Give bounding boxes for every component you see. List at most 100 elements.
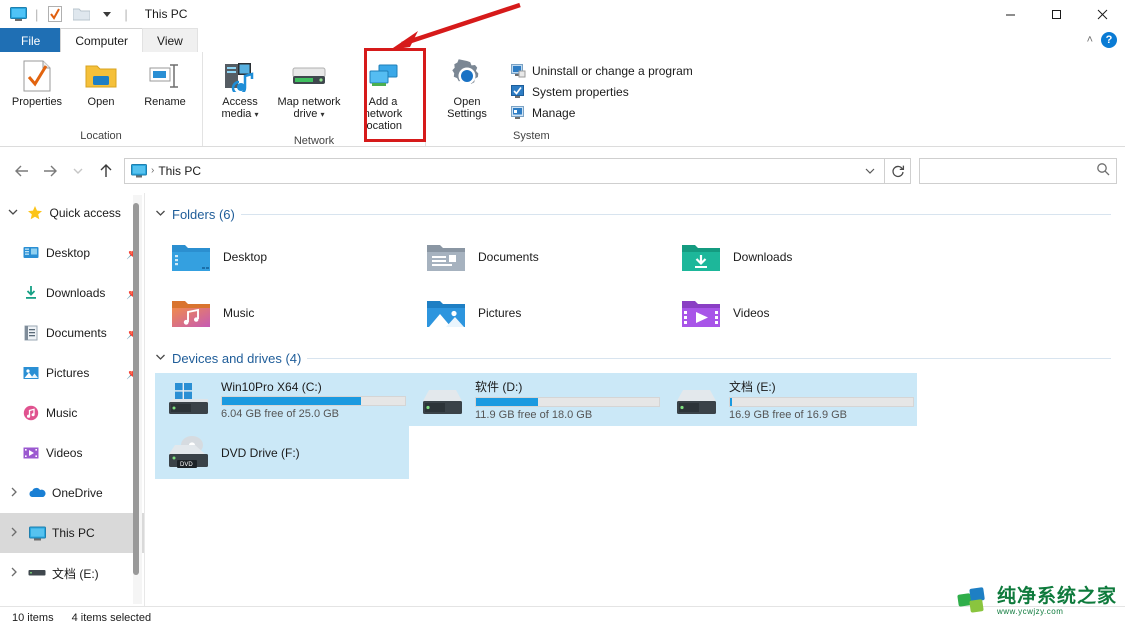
sidebar-item-music[interactable]: Music <box>0 393 144 433</box>
drive-tile-e[interactable]: 文档 (E:) 16.9 GB free of 16.9 GB <box>663 373 917 426</box>
drives-group-header[interactable]: Devices and drives (4) <box>155 347 1125 369</box>
drive-tile-f[interactable]: DVD DVD Drive (F:) <box>155 426 409 479</box>
folder-tile-documents[interactable]: Documents <box>410 229 665 285</box>
drive-usage-fill-c <box>222 396 362 405</box>
address-bar-row: › This PC <box>0 148 1125 193</box>
map-drive-icon <box>291 59 327 93</box>
expander-icon[interactable] <box>6 208 21 218</box>
sidebar-item-documents[interactable]: Documents 📌 <box>0 313 144 353</box>
add-network-location-button[interactable]: Add a network location <box>347 56 419 135</box>
drive-tile-d[interactable]: 软件 (D:) 11.9 GB free of 18.0 GB <box>409 373 663 426</box>
refresh-button[interactable] <box>885 157 911 184</box>
folder-tile-videos[interactable]: Videos <box>665 285 920 341</box>
open-button[interactable]: Open <box>70 56 132 111</box>
folder-label-music: Music <box>223 306 255 320</box>
access-media-label: Access media ▾ <box>211 96 269 121</box>
recent-locations-button[interactable] <box>64 156 92 186</box>
chevron-down-icon-folders[interactable] <box>155 209 166 220</box>
sidebar-item-drive-d[interactable]: 软件 (D:) <box>0 593 144 606</box>
sidebar-item-onedrive[interactable]: OneDrive <box>0 473 144 513</box>
address-dropdown-button[interactable] <box>858 159 882 183</box>
navigation-pane: Quick access Desktop 📌 <box>0 193 145 606</box>
up-button[interactable] <box>92 156 120 186</box>
sidebar-item-drive-e[interactable]: 文档 (E:) <box>0 553 144 593</box>
downloads-icon <box>22 284 40 302</box>
folder-tile-music[interactable]: Music <box>155 285 410 341</box>
help-icon[interactable]: ? <box>1101 32 1117 48</box>
sidebar-label-pictures: Pictures <box>46 366 90 380</box>
search-icon[interactable] <box>1096 162 1110 179</box>
status-selection-count: 4 items selected <box>71 611 152 624</box>
drive-usage-fill-d <box>476 398 539 406</box>
tab-computer[interactable]: Computer <box>60 28 144 52</box>
manage-label: Manage <box>532 106 576 120</box>
hard-drive-icon-e <box>675 381 721 419</box>
maximize-button[interactable] <box>1033 0 1079 28</box>
chevron-down-icon-2[interactable]: ▾ <box>320 110 324 119</box>
pc-icon[interactable] <box>8 4 28 24</box>
sidebar-item-desktop[interactable]: Desktop 📌 <box>0 233 144 273</box>
sidebar-item-downloads[interactable]: Downloads 📌 <box>0 273 144 313</box>
explorer-body: Quick access Desktop 📌 <box>0 193 1125 606</box>
close-button[interactable] <box>1079 0 1125 28</box>
sidebar-item-pictures[interactable]: Pictures 📌 <box>0 353 144 393</box>
sidebar-label-onedrive: OneDrive <box>52 486 103 500</box>
back-button[interactable] <box>8 156 36 186</box>
sidebar-scrollbar[interactable] <box>133 195 142 604</box>
search-box[interactable] <box>919 157 1117 184</box>
dropdown-icon[interactable] <box>97 4 117 24</box>
expander-icon-this-pc[interactable] <box>6 527 22 539</box>
breadcrumb-item-this-pc[interactable]: This PC <box>158 164 201 178</box>
folder-tile-downloads[interactable]: Downloads <box>665 229 920 285</box>
ribbon-tabs: File Computer View ˄ ? <box>0 28 1125 52</box>
system-properties-button[interactable]: System properties <box>506 83 697 101</box>
map-drive-label: Map network drive ▾ <box>275 96 343 121</box>
drive-icon-e <box>28 564 46 582</box>
videos-icon <box>22 444 40 462</box>
drive-usage-bar-d <box>475 397 660 407</box>
rename-button[interactable]: Rename <box>134 56 196 111</box>
file-explorer-window: | | This PC File Computer View ˄ ? Prope… <box>0 0 1125 628</box>
map-drive-text: Map network drive <box>277 96 341 120</box>
manage-button[interactable]: Manage <box>506 104 697 122</box>
chevron-down-icon[interactable]: ▾ <box>255 110 259 119</box>
sidebar-scrollbar-thumb[interactable] <box>133 203 139 575</box>
expander-icon-onedrive[interactable] <box>6 487 22 499</box>
watermark-url: www.ycwjzy.com <box>996 607 1064 616</box>
open-settings-button[interactable]: Open Settings <box>436 56 498 123</box>
minimize-button[interactable] <box>987 0 1033 28</box>
open-folder-icon <box>85 59 117 93</box>
sidebar-label-documents: Documents <box>46 326 107 340</box>
folder-tile-desktop[interactable]: Desktop <box>155 229 410 285</box>
map-network-drive-button[interactable]: Map network drive ▾ <box>273 56 345 124</box>
pictures-icon <box>22 364 40 382</box>
open-settings-label: Open Settings <box>447 96 487 120</box>
sidebar-item-videos[interactable]: Videos <box>0 433 144 473</box>
folder-icon[interactable] <box>71 4 91 24</box>
access-media-text: Access media <box>221 96 258 120</box>
search-input[interactable] <box>926 163 1096 178</box>
sidebar-item-this-pc[interactable]: This PC <box>0 513 144 553</box>
folder-tile-pictures[interactable]: Pictures <box>410 285 665 341</box>
watermark: 纯净系统之家 www.ycwjzy.com <box>957 585 1117 618</box>
uninstall-or-change-a-program-button[interactable]: Uninstall or change a program <box>506 62 697 80</box>
drive-tile-c[interactable]: Win10Pro X64 (C:) 6.04 GB free of 25.0 G… <box>155 373 409 426</box>
ribbon-group-network: Access media ▾ Map network drive ▾ Add a… <box>203 52 426 147</box>
window-controls <box>987 0 1125 28</box>
address-bar[interactable]: › This PC <box>124 157 885 184</box>
access-media-button[interactable]: Access media ▾ <box>209 56 271 124</box>
drive-name-c: Win10Pro X64 (C:) <box>221 379 322 394</box>
forward-button[interactable] <box>36 156 64 186</box>
folders-group-header[interactable]: Folders (6) <box>155 203 1125 225</box>
properties-button[interactable]: Properties <box>6 56 68 111</box>
tab-file[interactable]: File <box>0 28 62 52</box>
properties-icon[interactable] <box>45 4 65 24</box>
chevron-down-icon-drives[interactable] <box>155 353 166 364</box>
expander-icon-drive-e[interactable] <box>6 567 22 579</box>
tab-view[interactable]: View <box>142 28 198 52</box>
documents-icon <box>22 324 40 342</box>
drives-group-title: Devices and drives (4) <box>172 350 302 366</box>
sidebar-item-quick-access[interactable]: Quick access <box>0 193 144 233</box>
collapse-ribbon-icon[interactable]: ˄ <box>1087 34 1093 46</box>
drive-free-d: 11.9 GB free of 18.0 GB <box>475 409 593 421</box>
